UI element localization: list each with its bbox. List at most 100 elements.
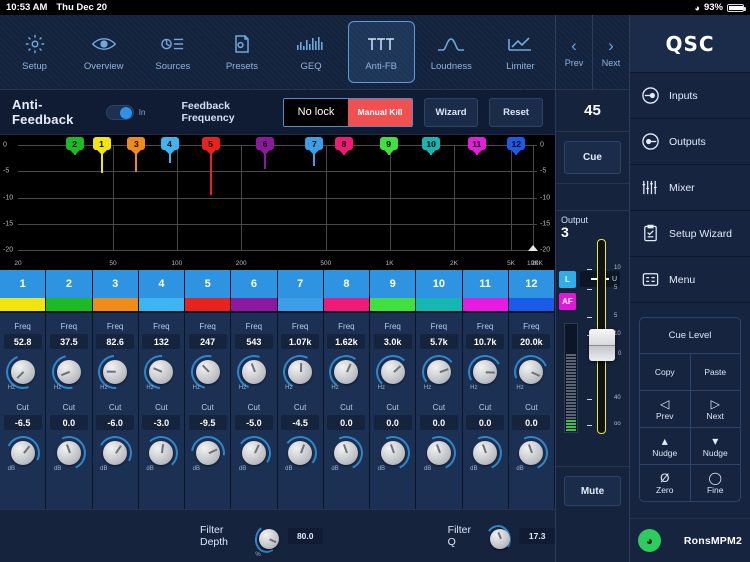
reset-button[interactable]: Reset: [489, 98, 543, 127]
graph-band-marker[interactable]: 12: [507, 137, 525, 155]
fine-button[interactable]: ◯ Fine: [690, 465, 741, 501]
band-cut-knob[interactable]: dB: [52, 436, 86, 470]
band-freq-knob[interactable]: Hz: [422, 355, 456, 389]
band-cut-value[interactable]: 0.0: [420, 415, 458, 430]
nav-item-geq[interactable]: GEQ: [279, 21, 344, 83]
band-freq-knob[interactable]: Hz: [514, 355, 548, 389]
band-number-button[interactable]: 4: [139, 270, 184, 298]
nav-item-loudness[interactable]: Loudness: [419, 21, 484, 83]
band-number-button[interactable]: 6: [231, 270, 276, 298]
nav-item-sources[interactable]: Sources: [140, 21, 205, 83]
band-freq-knob[interactable]: Hz: [144, 355, 178, 389]
band-freq-value[interactable]: 1.62k: [327, 334, 365, 349]
graph-band-marker[interactable]: 7: [305, 137, 323, 166]
band-cut-value[interactable]: -5.0: [235, 415, 273, 430]
band-freq-knob[interactable]: Hz: [376, 355, 410, 389]
band-cut-value[interactable]: -9.5: [189, 415, 227, 430]
band-cut-knob[interactable]: dB: [283, 436, 317, 470]
band-cut-knob[interactable]: dB: [6, 436, 40, 470]
cue-level-button[interactable]: Cue Level: [640, 318, 740, 354]
band-cut-value[interactable]: -3.0: [142, 415, 180, 430]
graph-band-marker[interactable]: 6: [256, 137, 274, 169]
wizard-button[interactable]: Wizard: [424, 98, 478, 127]
band-cut-knob[interactable]: dB: [468, 436, 502, 470]
prev-button[interactable]: ‹ Prev: [556, 15, 592, 89]
band-number-button[interactable]: 1: [0, 270, 45, 298]
sidebar-item-mixer[interactable]: Mixer: [630, 165, 750, 211]
band-number-button[interactable]: 5: [185, 270, 230, 298]
next-button[interactable]: › Next: [592, 15, 629, 89]
graph-band-marker[interactable]: 8: [335, 137, 353, 155]
band-freq-value[interactable]: 5.7k: [420, 334, 458, 349]
cue-next-button[interactable]: ▷ Next: [690, 391, 741, 427]
filter-q-value[interactable]: 17.3: [519, 528, 555, 544]
band-freq-value[interactable]: 1.07k: [281, 334, 319, 349]
band-freq-value[interactable]: 247: [189, 334, 227, 349]
band-cut-value[interactable]: 0.0: [466, 415, 504, 430]
band-number-button[interactable]: 11: [463, 270, 508, 298]
band-cut-knob[interactable]: dB: [514, 436, 548, 470]
band-number-button[interactable]: 12: [509, 270, 554, 298]
graph-cursor-icon[interactable]: [528, 245, 538, 251]
band-number-button[interactable]: 9: [370, 270, 415, 298]
graph-band-marker[interactable]: 2: [66, 137, 84, 155]
graph-band-marker[interactable]: 4: [161, 137, 179, 163]
band-freq-value[interactable]: 52.8: [4, 334, 42, 349]
zero-button[interactable]: Ø Zero: [640, 465, 690, 501]
band-number-button[interactable]: 7: [278, 270, 323, 298]
sidebar-item-inputs[interactable]: Inputs: [630, 73, 750, 119]
nav-item-overview[interactable]: Overview: [71, 21, 136, 83]
cue-prev-button[interactable]: ◁ Prev: [640, 391, 690, 427]
copy-button[interactable]: Copy: [640, 354, 690, 390]
frequency-response-graph[interactable]: 00-5-5-10-10-15-15-20-2020501002005001K2…: [0, 135, 555, 270]
filter-q-knob[interactable]: [486, 525, 511, 553]
graph-band-marker[interactable]: 9: [380, 137, 398, 155]
nav-item-limiter[interactable]: Limiter: [488, 21, 553, 83]
sidebar-item-outputs[interactable]: Outputs: [630, 119, 750, 165]
cue-button[interactable]: Cue: [564, 141, 621, 174]
nudge-up-button[interactable]: ▴ Nudge: [640, 428, 690, 464]
output-fader-handle[interactable]: [589, 329, 615, 361]
band-cut-knob[interactable]: dB: [191, 436, 225, 470]
band-cut-value[interactable]: 0.0: [50, 415, 88, 430]
band-cut-value[interactable]: -4.5: [281, 415, 319, 430]
band-freq-knob[interactable]: Hz: [6, 355, 40, 389]
nav-item-anti-fb[interactable]: Anti-FB: [348, 21, 415, 83]
graph-band-marker[interactable]: 10: [422, 137, 440, 155]
band-cut-knob[interactable]: dB: [376, 436, 410, 470]
badge-antifeedback[interactable]: AF: [559, 293, 576, 310]
band-number-button[interactable]: 10: [416, 270, 461, 298]
band-freq-knob[interactable]: Hz: [191, 355, 225, 389]
paste-button[interactable]: Paste: [690, 354, 741, 390]
graph-band-marker[interactable]: 11: [468, 137, 486, 155]
sidebar-item-menu[interactable]: Menu: [630, 257, 750, 303]
band-cut-knob[interactable]: dB: [144, 436, 178, 470]
band-number-button[interactable]: 3: [93, 270, 138, 298]
band-freq-value[interactable]: 10.7k: [466, 334, 504, 349]
nudge-down-button[interactable]: ▾ Nudge: [690, 428, 741, 464]
badge-left[interactable]: L: [559, 271, 576, 288]
band-freq-knob[interactable]: Hz: [52, 355, 86, 389]
wifi-connected-icon[interactable]: ◕: [638, 529, 661, 552]
band-freq-value[interactable]: 20.0k: [512, 334, 550, 349]
anti-feedback-toggle[interactable]: [106, 105, 134, 120]
filter-depth-value[interactable]: 80.0: [288, 528, 323, 544]
band-freq-knob[interactable]: Hz: [283, 355, 317, 389]
graph-band-marker[interactable]: 5: [202, 137, 220, 195]
manual-kill-button[interactable]: Manual Kill: [348, 99, 412, 126]
nav-item-presets[interactable]: Presets: [209, 21, 274, 83]
band-freq-value[interactable]: 82.6: [96, 334, 134, 349]
band-cut-knob[interactable]: dB: [98, 436, 132, 470]
band-number-button[interactable]: 2: [46, 270, 91, 298]
band-cut-value[interactable]: 0.0: [512, 415, 550, 430]
band-cut-value[interactable]: -6.5: [4, 415, 42, 430]
band-freq-value[interactable]: 543: [235, 334, 273, 349]
sidebar-item-setup-wizard[interactable]: Setup Wizard: [630, 211, 750, 257]
band-cut-value[interactable]: -6.0: [96, 415, 134, 430]
band-freq-knob[interactable]: Hz: [468, 355, 502, 389]
band-number-button[interactable]: 8: [324, 270, 369, 298]
mute-button[interactable]: Mute: [564, 476, 621, 506]
band-cut-knob[interactable]: dB: [329, 436, 363, 470]
graph-band-marker[interactable]: 3: [127, 137, 145, 172]
nav-item-setup[interactable]: Setup: [2, 21, 67, 83]
